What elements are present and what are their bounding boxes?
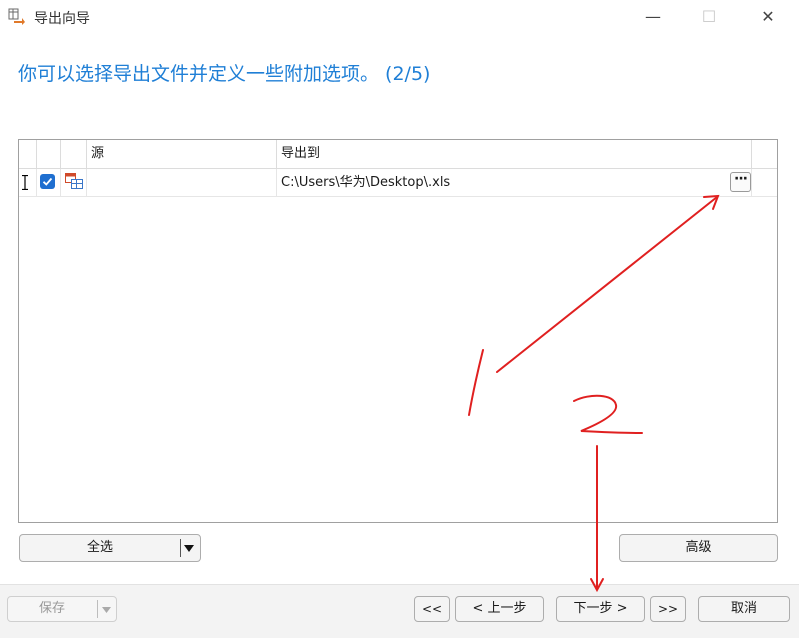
column-header-source[interactable]: 源 [87,140,277,168]
window-title: 导出向导 [34,11,90,27]
row-indicator-cell [19,169,37,196]
prev-button[interactable]: < 上一步 [455,596,544,622]
text-cursor-icon [22,175,28,190]
save-label: 保存 [38,601,65,616]
maximize-button[interactable]: ☐ [686,4,732,30]
split-separator [180,539,181,557]
title-bar: 导出向导 — ☐ ✕ [0,0,799,34]
first-page-button[interactable]: << [414,596,450,622]
header-check-cell [37,140,61,168]
grid-header: 源 导出到 [19,140,777,169]
close-button[interactable]: ✕ [745,4,791,30]
dropdown-arrow-icon[interactable] [183,544,195,553]
row-source-cell[interactable] [87,169,277,196]
export-wizard-icon [8,8,25,25]
split-separator [97,600,98,618]
cancel-button[interactable]: 取消 [698,596,790,622]
row-export-path[interactable]: C:\Users\华为\Desktop\.xls [277,169,752,196]
browse-button[interactable]: ··· [730,172,751,192]
header-indicator-cell [19,140,37,168]
checkmark-icon [42,177,53,186]
next-button[interactable]: 下一步 > [556,596,645,622]
export-grid: 源 导出到 C:\Users\华为\Desktop\.xls [18,139,778,523]
header-icon-cell [61,140,87,168]
table-row[interactable]: C:\Users\华为\Desktop\.xls [19,169,777,197]
select-all-label: 全选 [86,540,113,555]
column-header-export-to[interactable]: 导出到 [277,140,752,168]
dropdown-arrow-icon[interactable] [101,606,112,614]
row-checkbox[interactable] [40,174,55,189]
table-icon [65,173,83,189]
last-page-button[interactable]: >> [650,596,686,622]
minimize-button[interactable]: — [630,4,676,30]
page-heading: 你可以选择导出文件并定义一些附加选项。 (2/5) [18,63,431,85]
select-all-button[interactable]: 全选 [19,534,201,562]
save-button[interactable]: 保存 [7,596,117,622]
advanced-button[interactable]: 高级 [619,534,778,562]
